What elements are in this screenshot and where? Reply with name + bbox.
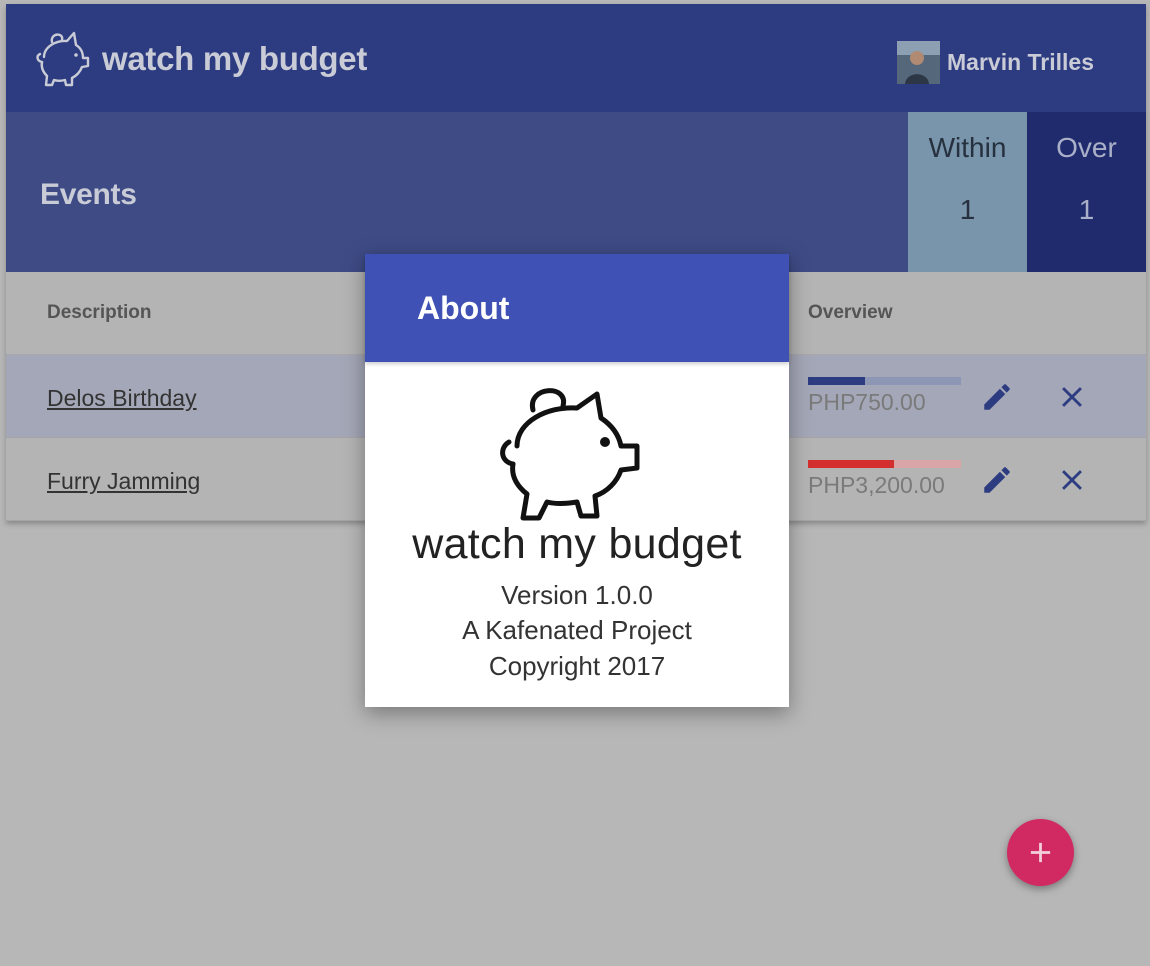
event-amount: PHP3,200.00 xyxy=(808,472,945,498)
about-dialog: About watch my budget Version 1.0.0 A Ka… xyxy=(365,254,789,707)
user-name: Marvin Trilles xyxy=(947,48,1095,75)
about-app-name: watch my budget xyxy=(412,520,742,568)
event-link[interactable]: Delos Birthday xyxy=(47,385,197,412)
budget-progress-fill xyxy=(808,460,894,468)
event-amount: PHP750.00 xyxy=(808,389,926,415)
column-header-overview: Overview xyxy=(808,302,893,323)
stat-over-label: Over xyxy=(1056,132,1117,163)
add-event-button[interactable] xyxy=(1007,819,1074,886)
app-bar: watch my budget Marvin Trilles xyxy=(6,4,1146,112)
avatar xyxy=(897,40,940,84)
about-version: Version 1.0.0 xyxy=(501,580,653,610)
stat-within-label: Within xyxy=(928,132,1007,163)
stat-over: Over 1 xyxy=(1027,112,1146,272)
close-icon[interactable] xyxy=(1055,380,1089,414)
column-header-description: Description xyxy=(47,302,152,323)
budget-progress-fill xyxy=(808,377,865,385)
about-dialog-header: About xyxy=(365,254,789,362)
budget-progress-bar xyxy=(808,460,961,468)
close-icon[interactable] xyxy=(1055,463,1089,497)
plus-icon xyxy=(1030,842,1051,863)
stat-over-count: 1 xyxy=(1078,194,1095,225)
page-title: Events xyxy=(40,178,137,211)
app-title: watch my budget xyxy=(102,40,368,77)
about-project: A Kafenated Project xyxy=(462,615,692,645)
pencil-icon[interactable] xyxy=(980,380,1014,414)
stat-within: Within 1 xyxy=(908,112,1027,272)
budget-progress-bar xyxy=(808,377,961,385)
events-header: Events xyxy=(6,112,908,272)
about-copyright: Copyright 2017 xyxy=(488,651,666,681)
brand[interactable]: watch my budget xyxy=(32,28,367,90)
piggy-bank-icon xyxy=(500,388,640,521)
piggy-bank-icon xyxy=(36,31,90,87)
pencil-icon[interactable] xyxy=(980,463,1014,497)
user-menu[interactable]: Marvin Trilles xyxy=(897,40,1094,84)
stat-within-count: 1 xyxy=(959,194,976,225)
about-title: About xyxy=(417,290,510,326)
event-link[interactable]: Furry Jamming xyxy=(47,468,200,495)
